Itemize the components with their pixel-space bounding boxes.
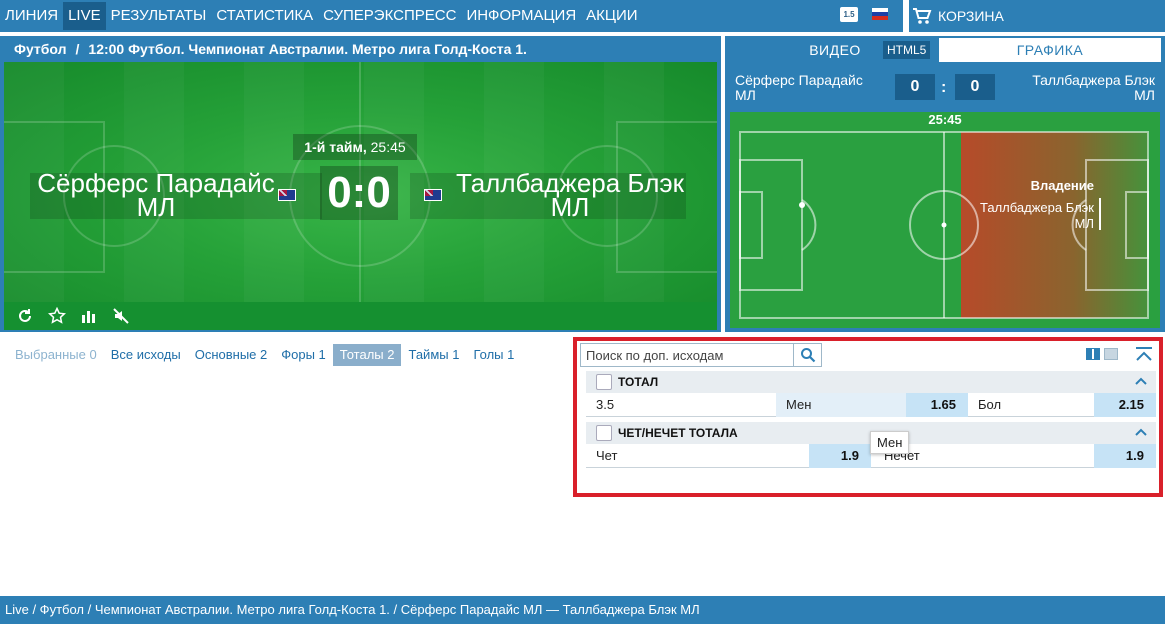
market-tabs: Выбранные 0 Все исходы Основные 2 Форы 1…	[8, 344, 521, 366]
match-score: 0:0	[320, 166, 398, 220]
nav-item-information[interactable]: ИНФОРМАЦИЯ	[461, 2, 581, 30]
away-team: Таллбаджера Блэк МЛ	[410, 168, 710, 222]
under-outcome[interactable]: Мен	[776, 393, 906, 417]
refresh-icon[interactable]	[16, 307, 34, 325]
nav-item-statistics[interactable]: СТАТИСТИКА	[211, 2, 318, 30]
tab-html5[interactable]: HTML5	[883, 41, 931, 59]
sport-link[interactable]: Футбол	[14, 41, 67, 57]
hover-tooltip: Мен	[870, 431, 910, 454]
graphics-scoreboard: Сёрферс Парадайс МЛ 0 : 0 Таллбаджера Блэ…	[729, 66, 1161, 112]
video-controls	[4, 302, 717, 330]
tab-handicaps[interactable]: Форы 1	[274, 344, 333, 366]
mute-icon[interactable]	[112, 307, 130, 325]
market-oddeven-title: ЧЕТ/НЕЧЕТ ТОТАЛА	[618, 426, 738, 440]
chevron-up-icon[interactable]	[1134, 426, 1148, 438]
tab-goals[interactable]: Голы 1	[466, 344, 521, 366]
tab-graphics[interactable]: ГРАФИКА	[939, 38, 1161, 62]
market-total-checkbox[interactable]	[596, 374, 612, 390]
even-odd[interactable]: 1.9	[809, 444, 871, 468]
match-time: 25:45	[370, 139, 406, 155]
chevron-up-icon[interactable]	[1134, 375, 1148, 387]
market-total-row: 3.5 Мен 1.65 Бол 2.15	[586, 393, 1156, 417]
nav-divider	[903, 0, 909, 32]
graphics-panel: ВИДЕО HTML5 ГРАФИКА Сёрферс Парадайс МЛ 0…	[725, 36, 1165, 332]
possession-title: Владение	[1030, 178, 1094, 193]
cart-button[interactable]: КОРЗИНА	[912, 0, 1004, 32]
top-navigation: ЛИНИЯ LIVE РЕЗУЛЬТАТЫ СТАТИСТИКА СУПЕРЭК…	[0, 0, 1165, 32]
star-icon[interactable]	[48, 307, 66, 325]
tab-totals[interactable]: Тоталы 2	[332, 344, 402, 366]
under-odd[interactable]: 1.65	[906, 393, 968, 417]
graphics-tabs: ВИДЕО HTML5 ГРАФИКА	[725, 38, 1165, 62]
event-title: 12:00 Футбол. Чемпионат Австралии. Метро…	[88, 41, 527, 57]
search-icon	[800, 348, 815, 363]
breadcrumb: Live / Футбол / Чемпионат Австралии. Мет…	[0, 596, 1165, 624]
tab-main[interactable]: Основные 2	[188, 344, 275, 366]
russia-flag-icon[interactable]	[872, 8, 888, 20]
over-odd[interactable]: 2.15	[1094, 393, 1156, 417]
search-input[interactable]	[581, 344, 791, 366]
nav-item-line[interactable]: ЛИНИЯ	[0, 2, 63, 30]
tab-all-outcomes[interactable]: Все исходы	[104, 344, 188, 366]
header-separator: /	[75, 41, 80, 57]
version-badge[interactable]: 1.5	[840, 7, 858, 22]
tab-halves[interactable]: Таймы 1	[401, 344, 466, 366]
pitch-markings	[739, 131, 1149, 319]
search-button[interactable]	[793, 344, 821, 366]
home-team: Сёрферс Парадайс МЛ	[10, 168, 322, 222]
possession-team: Таллбаджера Блэк МЛ	[979, 200, 1094, 231]
graphics-home-team: Сёрферс Парадайс МЛ	[735, 72, 863, 103]
layout-toggle	[1086, 348, 1118, 360]
total-line: 3.5	[596, 397, 615, 412]
collapse-all-icon[interactable]	[1134, 346, 1154, 362]
score-separator: :	[941, 79, 947, 96]
market-oddeven-checkbox[interactable]	[596, 425, 612, 441]
event-header: Футбол / 12:00 Футбол. Чемпионат Австралии…	[0, 36, 721, 62]
possession-indicator	[1099, 198, 1101, 230]
australia-flag-icon	[278, 189, 296, 201]
statistics-icon[interactable]	[80, 307, 98, 325]
nav-item-live[interactable]: LIVE	[63, 2, 106, 30]
home-score: 0	[895, 74, 935, 100]
market-total-header[interactable]: ТОТАЛ	[586, 371, 1156, 393]
even-outcome[interactable]: Чет	[586, 444, 809, 468]
market-total-title: ТОТАЛ	[618, 375, 659, 389]
match-period: 1-й тайм, 25:45	[293, 134, 417, 160]
graphics-away-team: Таллбаджера Блэк МЛ	[1032, 72, 1155, 103]
nav-item-superexpress[interactable]: СУПЕРЭКСПРЕСС	[318, 2, 461, 30]
two-column-view-icon[interactable]	[1086, 348, 1100, 360]
over-outcome[interactable]: Бол	[968, 393, 1094, 417]
odd-odd[interactable]: 1.9	[1094, 444, 1156, 468]
single-column-view-icon[interactable]	[1104, 348, 1118, 360]
pitch-graphic: 25:45 Владение Таллбаджера Блэк МЛ	[730, 112, 1160, 328]
tab-selected[interactable]: Выбранные 0	[8, 344, 104, 366]
outcome-search	[580, 343, 822, 367]
nav-items: ЛИНИЯ LIVE РЕЗУЛЬТАТЫ СТАТИСТИКА СУПЕРЭК…	[0, 0, 643, 32]
tab-video[interactable]: ВИДЕО	[795, 38, 875, 62]
nav-item-promotions[interactable]: АКЦИИ	[581, 2, 642, 30]
half-label: 1-й тайм,	[304, 139, 367, 155]
home-team-name: Сёрферс Парадайс МЛ	[37, 168, 275, 222]
shopping-cart-icon	[913, 8, 932, 24]
cart-label: КОРЗИНА	[938, 8, 1004, 24]
match-video-panel: Футбол / 12:00 Футбол. Чемпионат Австралии…	[0, 36, 721, 332]
away-score: 0	[955, 74, 995, 100]
away-team-name: Таллбаджера Блэк МЛ	[455, 168, 685, 222]
nav-item-results[interactable]: РЕЗУЛЬТАТЫ	[106, 2, 212, 30]
